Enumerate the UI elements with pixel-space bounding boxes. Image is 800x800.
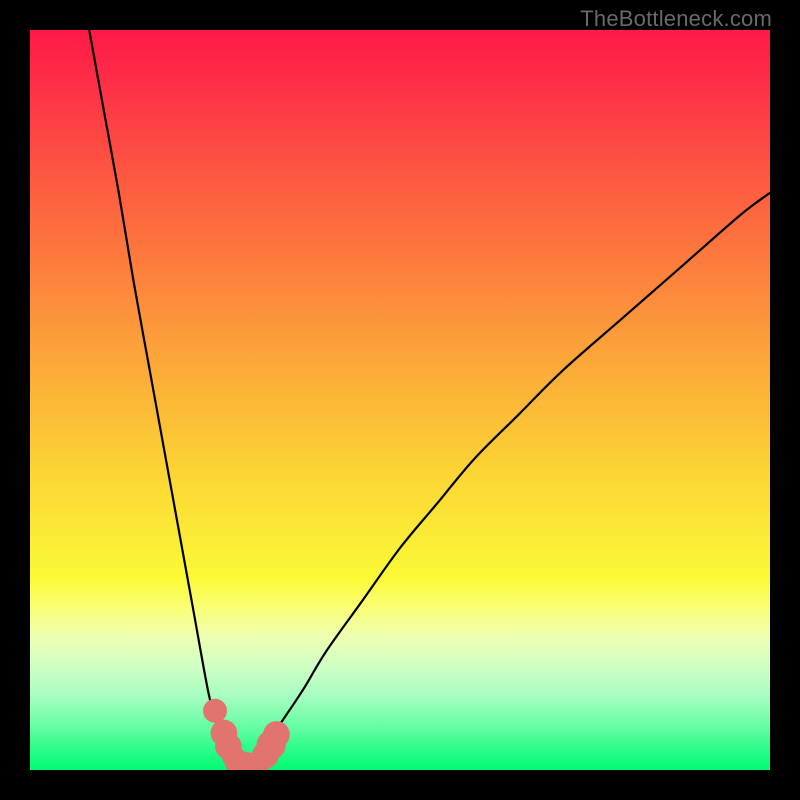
plot-area	[30, 30, 770, 770]
watermark-text: TheBottleneck.com	[580, 6, 772, 32]
marker-cluster	[203, 699, 290, 770]
marker-dot	[263, 721, 290, 748]
curve-right	[245, 193, 770, 770]
curve-layer	[30, 30, 770, 770]
marker-dot	[203, 699, 227, 723]
chart-frame: TheBottleneck.com	[0, 0, 800, 800]
curve-left	[89, 30, 244, 770]
